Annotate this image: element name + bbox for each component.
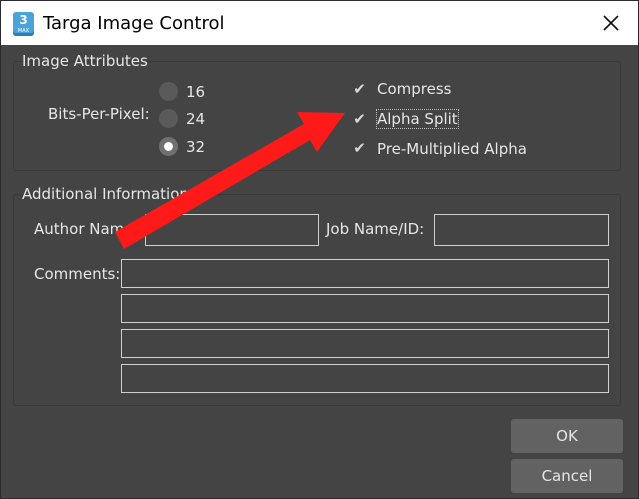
additional-information-title: Additional Information — [22, 185, 189, 203]
alpha-split-label: Alpha Split — [376, 109, 459, 129]
radio-32-label: 32 — [186, 138, 206, 156]
targa-image-control-dialog: 3 MAX Targa Image Control Image Attribut… — [0, 0, 639, 499]
comments-line-3[interactable] — [121, 329, 609, 358]
bits-per-pixel-label: Bits-Per-Pixel: — [48, 105, 150, 123]
compress-checkbox[interactable]: ✔ — [351, 81, 368, 98]
compress-label: Compress — [377, 80, 452, 98]
cancel-button[interactable]: Cancel — [511, 459, 623, 493]
job-name-field[interactable] — [434, 214, 609, 246]
author-name-field[interactable] — [145, 214, 319, 246]
comments-line-4[interactable] — [121, 364, 609, 393]
job-name-label: Job Name/ID: — [326, 220, 425, 238]
comments-line-2[interactable] — [121, 294, 609, 323]
pre-multiplied-alpha-label: Pre-Multiplied Alpha — [377, 140, 527, 158]
3ds-max-icon: 3 MAX — [13, 12, 34, 36]
comments-label: Comments: — [34, 265, 121, 283]
comments-line-1[interactable] — [121, 259, 609, 288]
alpha-split-checkbox[interactable]: ✔ — [351, 111, 368, 128]
title-bar: 3 MAX Targa Image Control — [1, 1, 638, 45]
radio-24[interactable] — [159, 109, 178, 128]
image-attributes-title: Image Attributes — [22, 52, 148, 70]
icon-number: 3 — [19, 13, 28, 27]
radio-16-label: 16 — [186, 83, 206, 101]
window-title: Targa Image Control — [43, 13, 225, 34]
author-name-label: Author Name: — [34, 220, 139, 238]
pre-multiplied-alpha-checkbox[interactable]: ✔ — [351, 140, 368, 157]
radio-32[interactable] — [159, 137, 178, 156]
icon-caption: MAX — [17, 28, 30, 34]
close-icon[interactable] — [597, 9, 625, 37]
radio-24-label: 24 — [186, 110, 206, 128]
ok-button[interactable]: OK — [511, 419, 623, 453]
radio-16[interactable] — [159, 82, 178, 101]
